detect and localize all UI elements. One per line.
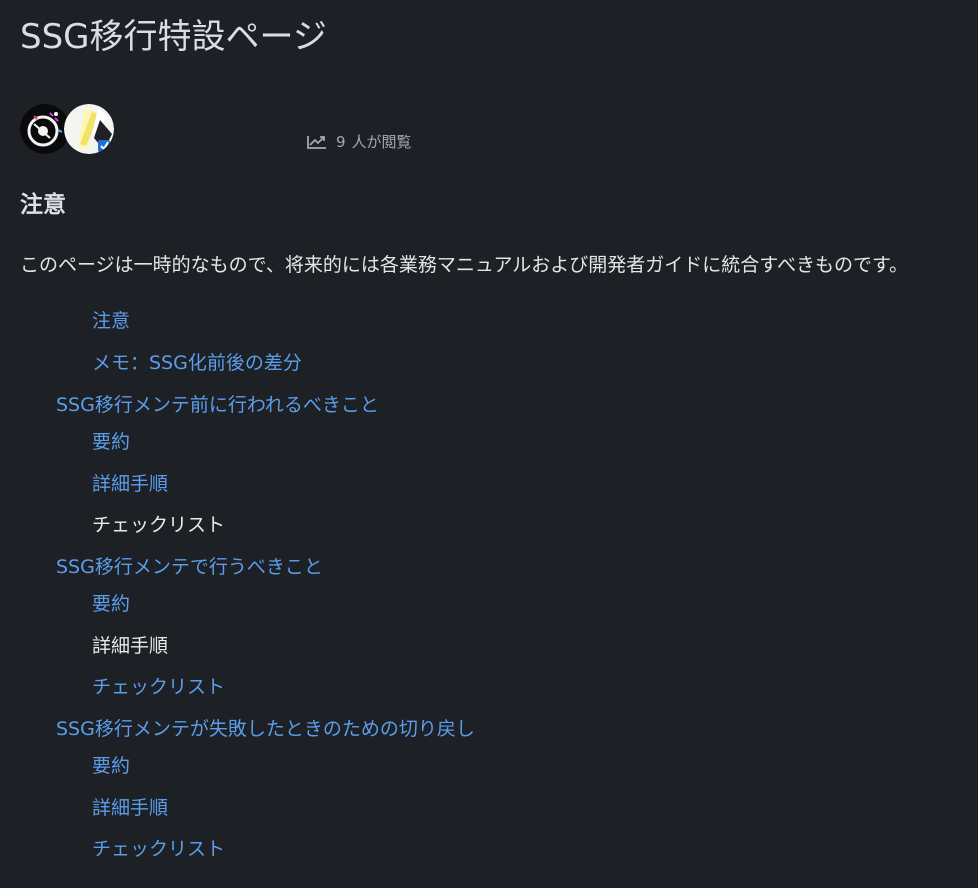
notice-text: このページは一時的なもので、将来的には各業務マニュアルおよび開発者ガイドに統合す… xyxy=(20,254,909,276)
toc-link[interactable]: 注意 xyxy=(92,304,130,338)
trending-up-icon xyxy=(307,135,326,149)
toc-link[interactable]: 要約 xyxy=(92,587,130,621)
page-meta: 9 人が閲覧 xyxy=(20,104,960,160)
toc-link[interactable]: チェックリスト xyxy=(92,832,225,866)
toc-link[interactable]: SSG移行メンテが失敗したときのための切り戻し xyxy=(56,712,475,746)
toc-link[interactable]: 詳細手順 xyxy=(92,629,168,663)
toc-link[interactable]: チェックリスト xyxy=(92,508,225,542)
view-count-label: 人が閲覧 xyxy=(351,133,412,151)
toc-link[interactable]: 詳細手順 xyxy=(92,791,168,825)
page-title: SSG移行特設ページ xyxy=(20,17,327,57)
view-count-number: 9 xyxy=(336,132,346,151)
view-count: 9 人が閲覧 xyxy=(306,131,412,152)
toc-link[interactable]: チェックリスト xyxy=(92,670,225,704)
avatar-image xyxy=(20,104,70,154)
toc-link[interactable]: 要約 xyxy=(92,425,130,459)
avatar-image xyxy=(64,104,114,154)
toc-link[interactable]: 詳細手順 xyxy=(92,467,168,501)
avatar[interactable] xyxy=(20,104,70,154)
toc-link[interactable]: SSG移行メンテ前に行われるべきこと xyxy=(56,388,379,422)
notice-heading: 注意 xyxy=(20,192,66,218)
avatar[interactable] xyxy=(64,104,114,154)
toc-link[interactable]: SSG移行メンテで行うべきこと xyxy=(56,550,323,584)
toc-link[interactable]: メモ：SSG化前後の差分 xyxy=(92,346,302,380)
toc-link[interactable]: 要約 xyxy=(92,749,130,783)
